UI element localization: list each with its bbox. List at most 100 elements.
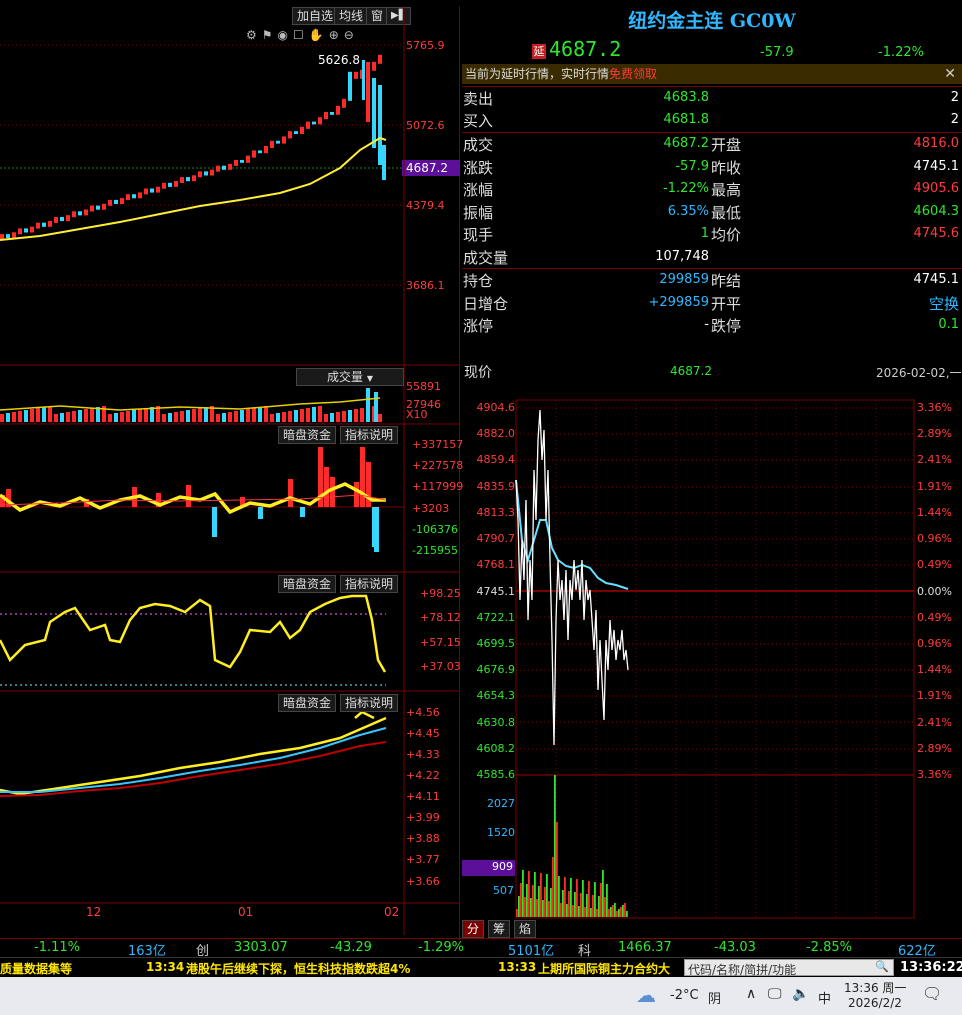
candle (138, 192, 142, 199)
intraday-volume-bar (534, 872, 536, 917)
search-input[interactable]: 代码/名称/简拼/功能 (688, 961, 796, 978)
taskbar-time[interactable]: 13:36 周一 (844, 979, 906, 996)
news-item[interactable]: 质量数据集等 (0, 960, 72, 977)
intraday-pct-label: 1.44% (917, 663, 952, 676)
intraday-pct-label: 1.91% (917, 689, 952, 702)
speaker-icon[interactable]: 🔈 (792, 986, 809, 1002)
volume-bar (18, 411, 22, 422)
ind3-label: +4.11 (406, 790, 440, 803)
volume-bar (36, 408, 40, 422)
quote-label: 涨跌 (463, 158, 494, 177)
ind2-label: +98.25 (420, 587, 461, 600)
intraday-volume-bar (600, 883, 602, 917)
quote-value: 4745.1 (913, 158, 960, 174)
intraday-volume-bar (624, 903, 626, 917)
quote-label: 跌停 (711, 317, 742, 336)
notification-icon[interactable]: 🗨 (922, 984, 942, 1003)
dark-fund-button[interactable]: 暗盘资金 (278, 575, 337, 593)
weather-desc[interactable]: 阴 (708, 988, 721, 1007)
ind2-label: +37.03 (420, 660, 461, 673)
volume-bar (108, 414, 112, 422)
dark-fund-button[interactable]: 暗盘资金 (278, 426, 337, 444)
volume-bar (72, 411, 76, 422)
candle (24, 228, 28, 233)
volume-bar (6, 413, 10, 422)
quote-value: 4604.3 (913, 203, 960, 219)
chevron-up-icon[interactable]: ∧ (746, 986, 756, 1002)
weather-temp[interactable]: -2°C (670, 988, 699, 1003)
index-status-bar: -1.11% 163亿 创 3303.07 -43.29 -1.29% 5101… (0, 938, 962, 959)
volume-bar (294, 410, 298, 422)
volume-bar (48, 406, 52, 422)
volume-indicator-dropdown[interactable]: 成交量 ▼ (296, 368, 404, 386)
intraday-volume-bar (594, 882, 596, 917)
bid-label: 买入 (463, 112, 494, 130)
quote-row: 涨停 - 跌停 0.1 (463, 315, 959, 337)
intraday-volume-bar (548, 901, 550, 917)
tab-minute[interactable]: 分 (462, 920, 485, 938)
volume-bar (234, 411, 238, 422)
intraday-volume-bar (612, 905, 614, 917)
ind3-label: +3.88 (406, 832, 440, 845)
news-item[interactable]: 港股午后继续下探，恒生科技指数跌超4% (186, 960, 410, 977)
price-change: -57.9 (760, 45, 794, 60)
quote-label: 涨停 (463, 317, 494, 336)
kline-x-label: 01 (238, 905, 254, 919)
intraday-volume-bar (592, 895, 594, 917)
quote-value[interactable]: 空换 (929, 293, 959, 314)
candle (108, 199, 112, 206)
divider (462, 86, 962, 87)
taskbar-date[interactable]: 2026/2/2 (848, 996, 902, 1010)
now-value: 4687.2 (670, 364, 712, 378)
candle (324, 112, 328, 120)
tab-chips[interactable]: 筹 (488, 920, 511, 938)
close-icon[interactable]: ✕ (944, 64, 956, 84)
volume-bar (192, 409, 196, 422)
volume-bar (24, 410, 28, 422)
dark-fund-button[interactable]: 暗盘资金 (278, 694, 337, 712)
intraday-volume-bar (540, 873, 542, 917)
intraday-volume-bar (622, 905, 624, 917)
volume-bar (360, 408, 364, 422)
search-box[interactable]: 代码/名称/简拼/功能 🔍 (684, 959, 894, 978)
intraday-vol-label: 1520 (487, 826, 515, 839)
volume-bar (288, 411, 292, 422)
quote-label: 昨收 (711, 158, 742, 177)
intraday-volume-bar (552, 857, 554, 917)
search-icon[interactable]: 🔍 (875, 960, 889, 973)
volume-bar (354, 409, 358, 422)
indicator-help-button[interactable]: 指标说明 (340, 426, 399, 444)
candle (258, 150, 262, 154)
ime-indicator[interactable]: 中 (818, 988, 831, 1007)
intraday-price-label: 4630.8 (476, 716, 516, 729)
free-trial-link[interactable]: 免费领取 (609, 67, 657, 81)
volume-bar (132, 410, 136, 422)
indicator-help-button[interactable]: 指标说明 (340, 694, 399, 712)
ind2-label: +57.15 (420, 636, 461, 649)
news-item[interactable]: 上期所国际铜主力合约大 (538, 960, 670, 977)
quote-value: -1.22% (663, 181, 709, 197)
quote-label: 振幅 (463, 203, 494, 222)
volume-bar (228, 412, 232, 422)
network-icon[interactable]: 🖵 (768, 986, 782, 1002)
candle (264, 146, 268, 154)
cloud-icon[interactable]: ☁ (636, 983, 656, 1007)
indicator-bar (374, 507, 379, 552)
intraday-volume-bar (580, 893, 582, 917)
volume-bar (114, 413, 118, 422)
intraday-volume-bar (596, 909, 598, 917)
volume-row-label: 成交量 (463, 249, 509, 267)
quote-value: 6.35% (667, 203, 709, 219)
intraday-volume-bar (550, 888, 552, 917)
quote-value: 4687.2 (663, 136, 710, 151)
intraday-pct-label: 2.41% (917, 453, 952, 466)
quote-value: 4816.0 (913, 136, 960, 151)
candle (114, 199, 118, 204)
candle (216, 165, 220, 172)
tab-flame[interactable]: 焰 (514, 920, 537, 938)
candle (300, 126, 304, 134)
quote-value: 0.1 (938, 317, 959, 333)
intraday-volume-bar (516, 909, 518, 917)
intraday-price-label: 4585.6 (476, 768, 516, 781)
indicator-help-button[interactable]: 指标说明 (340, 575, 399, 593)
